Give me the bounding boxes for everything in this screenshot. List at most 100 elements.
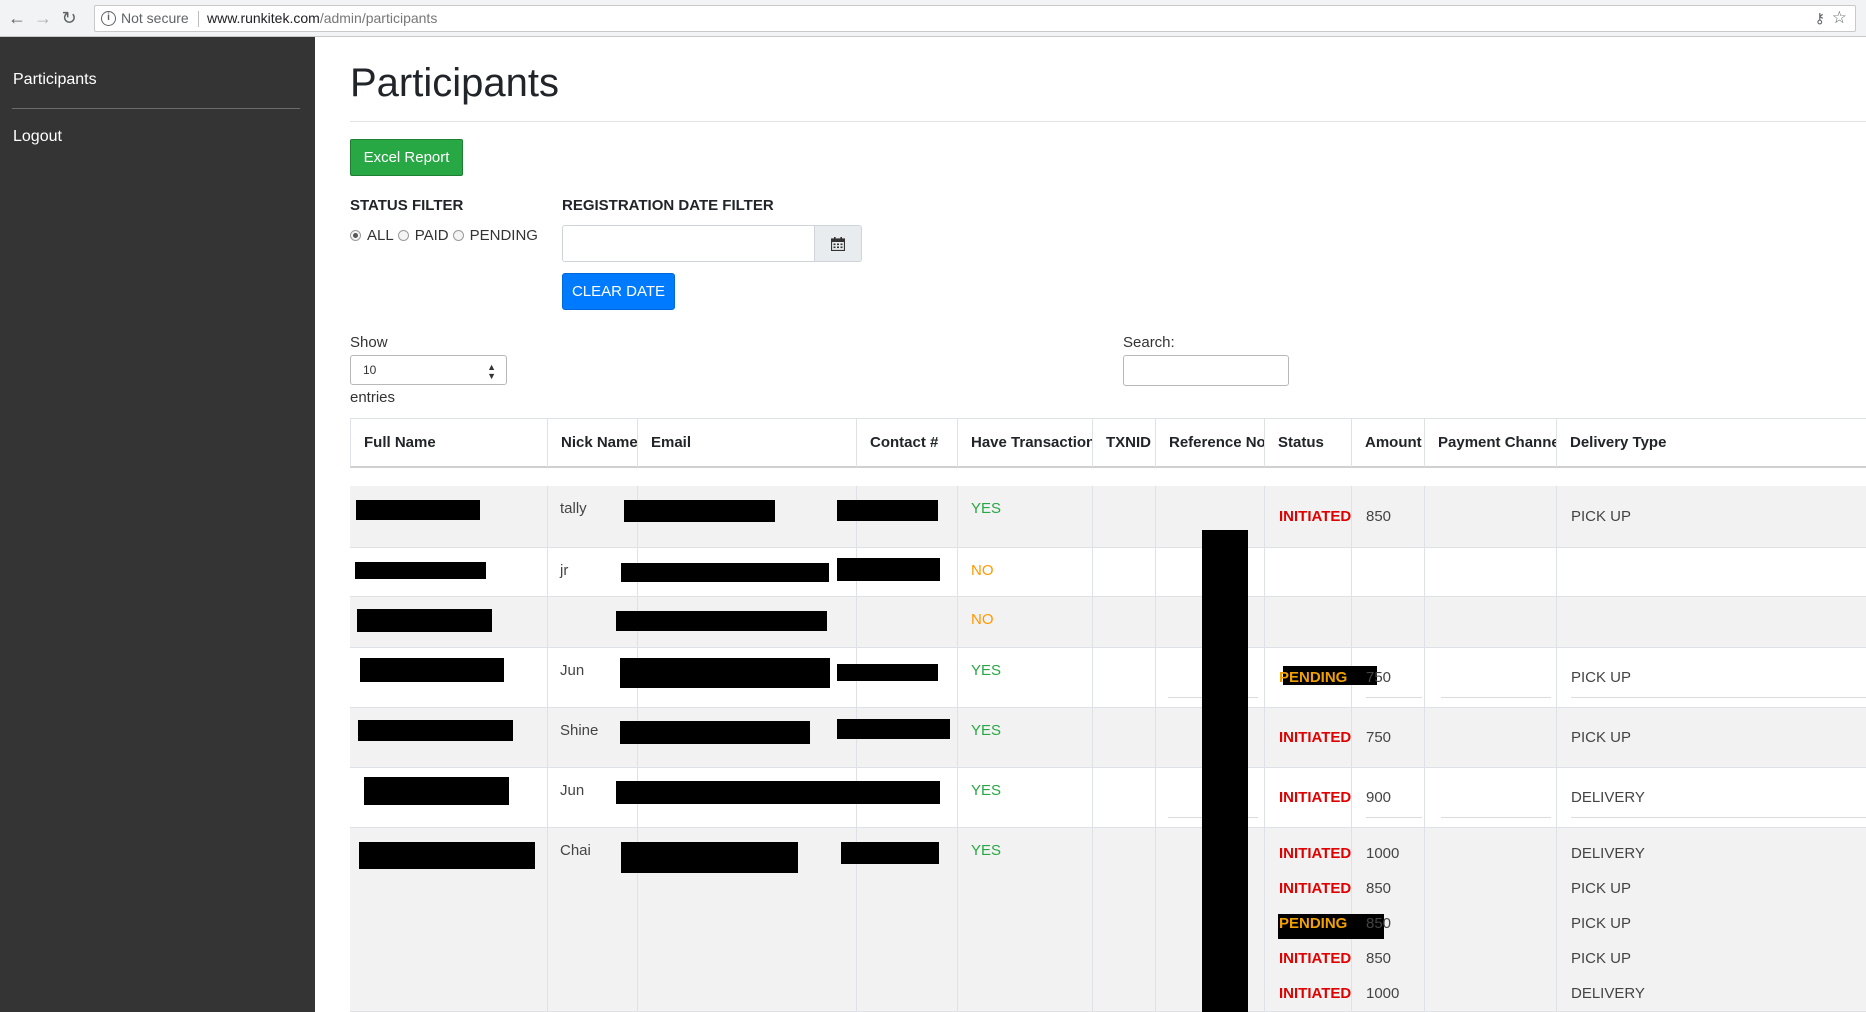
cell-underline [1441,697,1551,698]
cell-divider [547,768,548,827]
delivery-type-cell: PICK UP [1571,880,1632,897]
col-status[interactable]: Status [1264,419,1351,467]
forward-icon[interactable]: → [32,7,54,29]
cell-underline [1571,697,1866,698]
cell-divider [1264,648,1265,707]
amount-cell: 750 [1366,669,1392,686]
date-filter-label: REGISTRATION DATE FILTER [562,197,774,214]
status-badge: PENDING [1279,669,1348,686]
amount-cell: 850 [1366,915,1392,932]
cell-divider [957,828,958,1011]
nick-name-cell: Shine [560,722,599,739]
status-radio-pending[interactable] [452,230,464,241]
delivery-type-cell: PICK UP [1571,669,1632,686]
cell-divider [547,486,548,547]
col-nick-name[interactable]: Nick Name [547,419,637,467]
amount-cell: 850 [1366,880,1392,897]
have-transaction-cell: NO [971,611,994,628]
cell-underline [1571,817,1866,818]
cell-divider [957,597,958,647]
address-bar[interactable]: i Not secure www.runkitek.com/admin/part… [94,5,1856,32]
cell-divider [547,648,548,707]
cell-divider [1556,486,1557,547]
cell-divider [1556,828,1557,1011]
key-icon[interactable]: ⚷ [1815,6,1825,31]
email-redaction [616,781,863,804]
status-option-paid: PAID [414,227,449,244]
cell-divider [1155,828,1156,1011]
cell-divider [1264,597,1265,647]
show-label: Show [350,334,388,351]
col-contact[interactable]: Contact # [856,419,957,467]
excel-report-button[interactable]: Excel Report [350,139,463,176]
reload-icon[interactable]: ↻ [58,7,80,29]
nick-name-cell: Jun [560,662,585,679]
col-amount[interactable]: Amount [1351,419,1424,467]
email-redaction [620,658,830,688]
bookmark-star-icon[interactable]: ☆ [1832,5,1847,30]
col-email[interactable]: Email [637,419,856,467]
cell-divider [1092,708,1093,767]
cell-divider [1155,486,1156,547]
have-transaction-cell: YES [971,662,1002,679]
cell-divider [1264,486,1265,547]
info-icon[interactable]: i [101,11,116,26]
contact-redaction [837,719,950,739]
address-divider [198,11,199,27]
col-delivery-type[interactable]: Delivery Type [1556,419,1866,467]
cell-divider [1424,648,1425,707]
cell-divider [1092,828,1093,1011]
email-redaction [620,721,810,744]
cell-underline [1441,817,1551,818]
cell-divider [1351,548,1352,596]
url-path: /admin/participants [319,10,438,26]
cell-divider [1092,768,1093,827]
sidebar-item-participants[interactable]: Participants [13,71,97,89]
calendar-button[interactable] [815,225,862,262]
status-radio-paid[interactable] [397,230,409,241]
col-payment-channel[interactable]: Payment Channel [1424,419,1556,467]
registration-date-input[interactable] [562,225,815,262]
delivery-type-cell: PICK UP [1571,729,1632,746]
nick-name-cell: Chai [560,842,591,859]
url-text: www.runkitek.com/admin/participants [207,6,437,31]
cell-underline [1366,817,1422,818]
name-redaction [355,562,486,579]
entries-select[interactable]: 10 ▲ ▼ [350,355,507,385]
txnid-redaction [1202,530,1248,1012]
amount-cell: 850 [1366,950,1392,967]
status-option-all: ALL [367,227,394,244]
status-radio-all[interactable] [350,230,361,241]
table-row: jr NO [350,548,1866,597]
status-badge: INITIATED [1279,950,1352,967]
cell-divider [1556,648,1557,707]
status-badge: INITIATED [1279,789,1352,806]
col-full-name[interactable]: Full Name [350,419,547,467]
status-badge: INITIATED [1279,880,1352,897]
table-row: NO [350,597,1866,648]
amount-cell: 1000 [1366,845,1400,862]
name-redaction [356,500,480,520]
contact-redaction [841,781,940,804]
have-transaction-cell: YES [971,722,1002,739]
col-have-transaction[interactable]: Have Transaction? [957,419,1092,467]
cell-divider [1424,597,1425,647]
cell-divider [1092,486,1093,547]
col-txnid[interactable]: TXNID [1092,419,1155,467]
delivery-type-cell: DELIVERY [1571,845,1645,862]
sidebar-item-logout[interactable]: Logout [13,128,62,146]
entries-select-value: 10 [363,363,377,377]
have-transaction-cell: NO [971,562,994,579]
search-input[interactable] [1123,355,1289,386]
email-redaction [621,563,829,582]
clear-date-button[interactable]: CLEAR DATE [562,273,675,310]
col-reference-no[interactable]: Reference No. [1155,419,1264,467]
name-redaction [358,720,513,741]
cell-divider [1556,548,1557,596]
cell-divider [1424,486,1425,547]
delivery-type-cell: DELIVERY [1571,985,1645,1002]
status-badge: INITIATED [1279,508,1352,525]
cell-divider [547,708,548,767]
status-filter-radios: ALL PAID PENDING [350,227,542,244]
back-icon[interactable]: ← [6,7,28,29]
